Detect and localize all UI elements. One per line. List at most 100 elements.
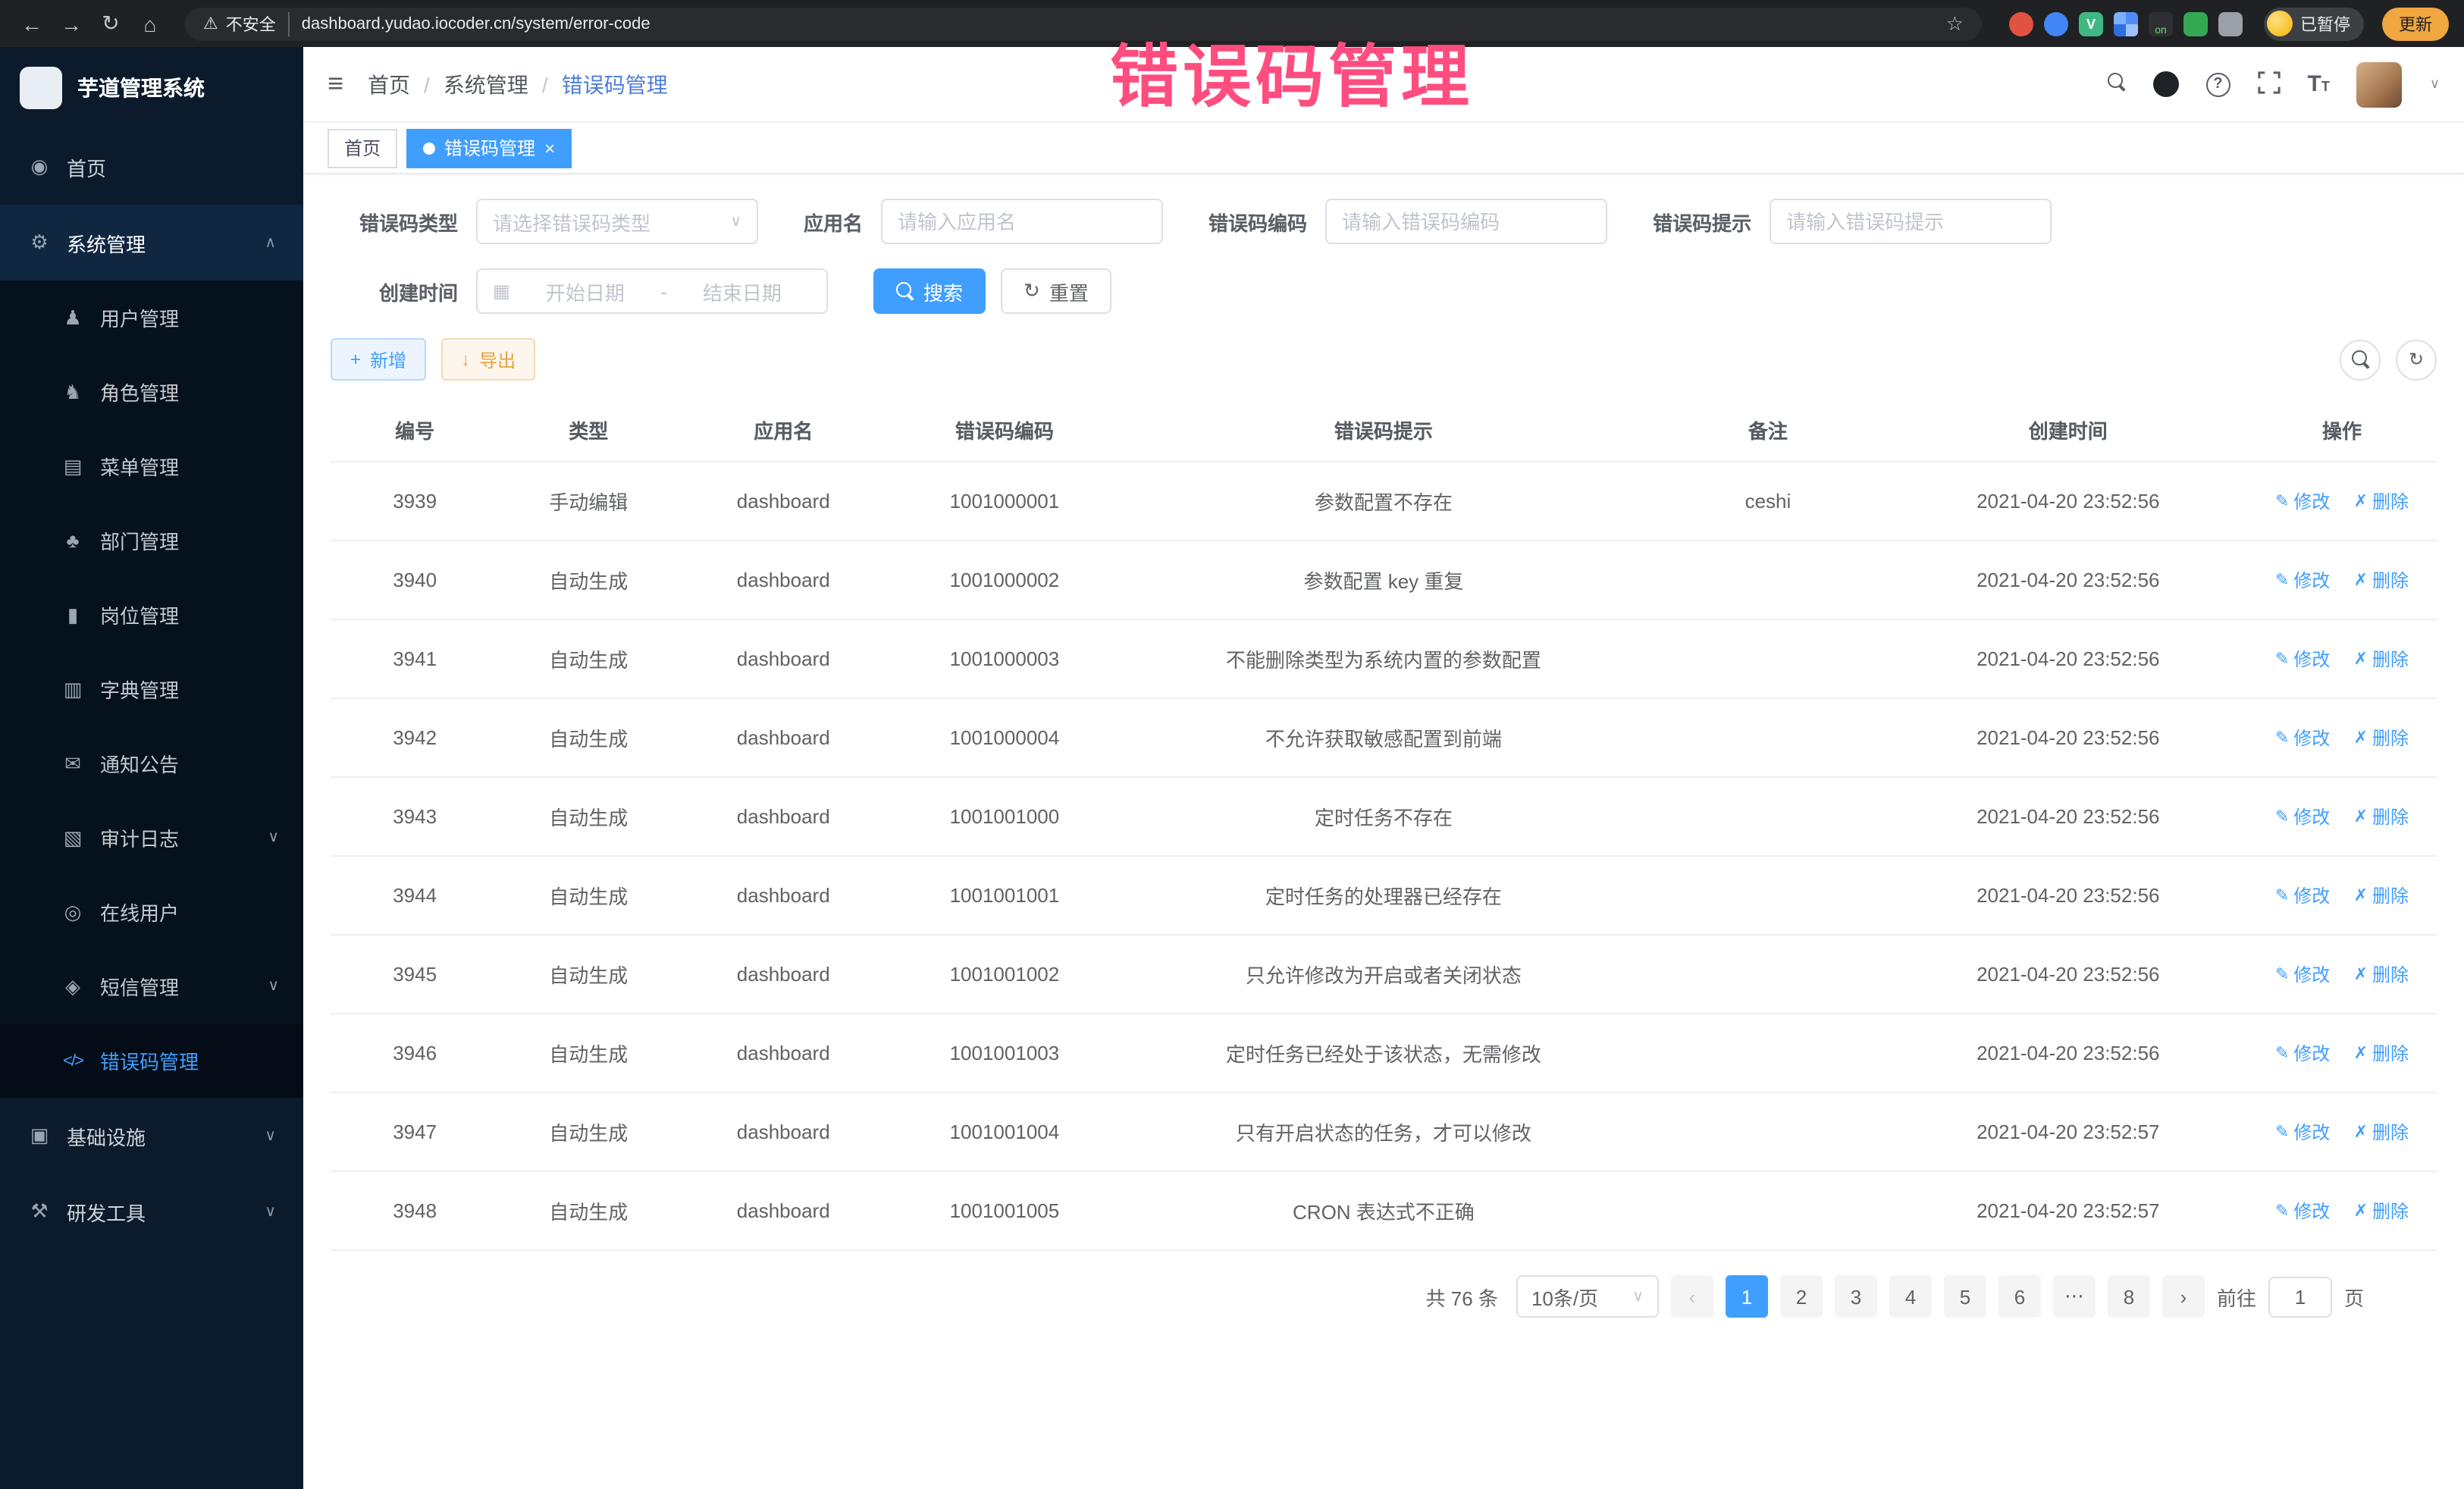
proxy-extension-icon[interactable]: on <box>2149 11 2173 36</box>
address-bar[interactable]: ⚠ 不安全 dashboard.yudao.iocoder.cn/system/… <box>185 7 1982 40</box>
font-size-icon[interactable]: T T <box>2307 71 2329 97</box>
browser-forward-icon[interactable]: → <box>55 11 88 36</box>
cell-app: dashboard <box>678 698 889 777</box>
delete-link[interactable]: ✗删除 <box>2354 567 2409 593</box>
tab-home[interactable]: 首页 <box>328 128 397 168</box>
chevron-up-icon: ∧ <box>265 234 276 251</box>
cell-msg: 参数配置不存在 <box>1121 462 1647 541</box>
page-button-3[interactable]: 3 <box>1835 1275 1877 1318</box>
sidebar-item-home[interactable]: ◉ 首页 <box>0 129 303 205</box>
sidebar-item-dev-tools[interactable]: ⚒ 研发工具 ∨ <box>0 1174 303 1249</box>
security-label[interactable]: 不安全 <box>226 11 290 36</box>
extension-red-icon[interactable] <box>2009 11 2033 36</box>
close-icon[interactable]: × <box>544 139 555 157</box>
tab-error-code-mgmt[interactable]: 错误码管理 × <box>406 128 572 168</box>
delete-link[interactable]: ✗删除 <box>2354 646 2409 672</box>
page-button-6[interactable]: 6 <box>1998 1275 2041 1318</box>
error-hint-input[interactable] <box>1786 210 2035 233</box>
page-size-select[interactable]: 10条/页 ∨ <box>1516 1275 1659 1318</box>
goto-page-input[interactable] <box>2268 1276 2332 1317</box>
export-button[interactable]: ↓ 导出 <box>441 338 535 381</box>
breadcrumb-home[interactable]: 首页 <box>368 69 410 99</box>
prev-page-button[interactable]: ‹ <box>1671 1275 1713 1318</box>
refresh-table-button[interactable]: ↻ <box>2396 339 2437 380</box>
sidebar-item-audit-log[interactable]: ▧ 审计日志 ∨ <box>0 801 303 875</box>
vue-devtools-icon[interactable]: V <box>2079 11 2103 36</box>
edit-link[interactable]: ✎修改 <box>2275 567 2330 593</box>
error-code-table: 编号 类型 应用名 错误码编码 错误码提示 备注 创建时间 操作 3939 <box>331 399 2437 1251</box>
table-row: 3943 自动生成 dashboard 1001001000 定时任务不存在 2… <box>331 777 2437 856</box>
page-button-8[interactable]: 8 <box>2108 1275 2150 1318</box>
extension-blue-icon[interactable] <box>2044 11 2068 36</box>
extensions-puzzle-icon[interactable] <box>2218 11 2243 36</box>
edit-link[interactable]: ✎修改 <box>2275 725 2330 751</box>
sidebar-item-role-mgmt[interactable]: ♞ 角色管理 <box>0 355 303 429</box>
not-secure-warning-icon: ⚠ <box>203 14 218 33</box>
header-search-icon[interactable] <box>2107 73 2125 96</box>
delete-link[interactable]: ✗删除 <box>2354 488 2409 514</box>
edit-link[interactable]: ✎修改 <box>2275 804 2330 829</box>
page-button-1[interactable]: 1 <box>1726 1275 1768 1318</box>
delete-link[interactable]: ✗删除 <box>2354 804 2409 829</box>
sidebar-item-menu-mgmt[interactable]: ▤ 菜单管理 <box>0 429 303 503</box>
error-hint-field <box>1770 199 2052 244</box>
page-button-5[interactable]: 5 <box>1944 1275 1986 1318</box>
delete-link[interactable]: ✗删除 <box>2354 1198 2409 1224</box>
error-type-select[interactable]: 请选择错误码类型 ∨ <box>476 199 758 244</box>
delete-link[interactable]: ✗删除 <box>2354 961 2409 987</box>
sidebar-toggle-icon[interactable]: ≡ <box>328 68 343 100</box>
breadcrumb-system[interactable]: 系统管理 <box>444 69 528 99</box>
sidebar-item-online-users[interactable]: ◎ 在线用户 <box>0 875 303 949</box>
bookmark-star-icon[interactable]: ☆ <box>1946 11 1964 36</box>
sidebar-item-notice[interactable]: ✉ 通知公告 <box>0 726 303 801</box>
user-avatar[interactable] <box>2357 61 2403 107</box>
reset-button[interactable]: ↻ 重置 <box>1001 268 1111 314</box>
page-content: 错误码类型 请选择错误码类型 ∨ 应用名 错误码编码 <box>303 174 2464 1489</box>
sidebar-item-user-mgmt[interactable]: ♟ 用户管理 <box>0 281 303 355</box>
sidebar-item-sms-mgmt[interactable]: ◈ 短信管理 ∨ <box>0 949 303 1023</box>
page-button-4[interactable]: 4 <box>1889 1275 1932 1318</box>
delete-link[interactable]: ✗删除 <box>2354 1040 2409 1066</box>
more-pages-button[interactable]: ⋯ <box>2053 1275 2096 1318</box>
browser-reload-icon[interactable]: ↻ <box>94 11 127 36</box>
edit-link[interactable]: ✎修改 <box>2275 882 2330 908</box>
fullscreen-icon[interactable] <box>2257 71 2280 98</box>
browser-home-icon[interactable]: ⌂ <box>133 11 167 36</box>
app-logo-block[interactable]: 芋道管理系统 <box>0 47 303 129</box>
delete-link[interactable]: ✗删除 <box>2354 725 2409 751</box>
extension-grid-icon[interactable] <box>2114 11 2138 36</box>
date-range-picker[interactable]: ▦ 开始日期 - 结束日期 <box>476 268 828 314</box>
next-page-button[interactable]: › <box>2162 1275 2205 1318</box>
search-button[interactable]: 搜索 <box>873 268 986 314</box>
delete-link[interactable]: ✗删除 <box>2354 1119 2409 1145</box>
sidebar-item-dept-mgmt[interactable]: ♣ 部门管理 <box>0 503 303 578</box>
cell-app: dashboard <box>678 462 889 541</box>
add-button[interactable]: + 新增 <box>331 338 426 381</box>
browser-update-button[interactable]: 更新 <box>2382 7 2449 40</box>
github-icon[interactable] <box>2152 71 2178 97</box>
delete-link[interactable]: ✗删除 <box>2354 882 2409 908</box>
sidebar-item-post-mgmt[interactable]: ▮ 岗位管理 <box>0 578 303 652</box>
toggle-search-button[interactable] <box>2340 339 2381 380</box>
help-icon[interactable]: ? <box>2205 72 2230 96</box>
sidebar-item-infrastructure[interactable]: ▣ 基础设施 ∨ <box>0 1098 303 1174</box>
browser-profile-badge[interactable]: 已暂停 <box>2264 7 2364 40</box>
edit-link[interactable]: ✎修改 <box>2275 1119 2330 1145</box>
page-button-2[interactable]: 2 <box>1780 1275 1823 1318</box>
edit-link[interactable]: ✎修改 <box>2275 1040 2330 1066</box>
browser-back-icon[interactable]: ← <box>15 11 49 36</box>
edit-link[interactable]: ✎修改 <box>2275 646 2330 672</box>
error-code-input[interactable] <box>1342 210 1591 233</box>
edit-label: 修改 <box>2293 1119 2330 1145</box>
sidebar-item-dict-mgmt[interactable]: ▥ 字典管理 <box>0 652 303 726</box>
chevron-down-icon[interactable]: ∨ <box>2430 76 2440 92</box>
url-text[interactable]: dashboard.yudao.iocoder.cn/system/error-… <box>302 14 1946 33</box>
sidebar-item-system-mgmt[interactable]: ⚙ 系统管理 ∧ <box>0 205 303 281</box>
cell-memo <box>1647 1092 1889 1171</box>
app-name-input[interactable] <box>898 210 1146 233</box>
edit-link[interactable]: ✎修改 <box>2275 1198 2330 1224</box>
edit-link[interactable]: ✎修改 <box>2275 961 2330 987</box>
edit-link[interactable]: ✎修改 <box>2275 488 2330 514</box>
sidebar-item-error-code-mgmt[interactable]: </> 错误码管理 <box>0 1023 303 1098</box>
extension-green-icon[interactable] <box>2183 11 2208 36</box>
